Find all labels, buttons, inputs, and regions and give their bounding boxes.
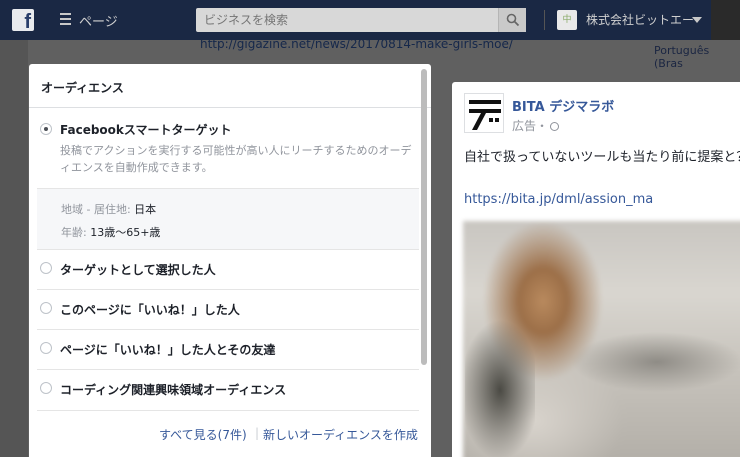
ad-image-detail xyxy=(572,332,740,392)
row-divider xyxy=(37,289,419,290)
see-all-link[interactable]: すべて見る(7件) xyxy=(159,426,247,443)
advertiser-logo[interactable] xyxy=(464,93,504,133)
ad-preview-card: BITA デジマラボ 広告・ 自社で扱っていないツールも当たり前に提案と？ ht… xyxy=(452,82,740,457)
sponsored-label: 広告・ xyxy=(512,117,560,134)
detail-age-key: 年齢: xyxy=(61,226,87,239)
radio-page-likers[interactable] xyxy=(40,302,52,314)
radio-coding-interest-audience[interactable] xyxy=(40,382,52,394)
chevron-down-icon[interactable] xyxy=(692,17,702,23)
row-divider xyxy=(37,249,419,250)
facebook-logo-icon[interactable]: f xyxy=(12,9,34,31)
menu-icon[interactable] xyxy=(60,13,71,25)
detail-age-value: 13歳〜65+歳 xyxy=(90,226,161,239)
option-selected-targets-label[interactable]: ターゲットとして選択した人 xyxy=(60,261,216,278)
option-likers-and-friends-label[interactable]: ページに「いいね！」した人とその友達 xyxy=(60,341,275,358)
panel-scrollbar[interactable] xyxy=(421,69,427,365)
search-box xyxy=(196,8,526,32)
search-button[interactable] xyxy=(498,8,526,32)
audience-details-box: 地域 - 居住地: 日本 年齢: 13歳〜65+歳 xyxy=(37,188,419,250)
detail-location: 地域 - 居住地: 日本 xyxy=(61,201,156,217)
topbar-right-area xyxy=(711,0,740,40)
option-smart-targeting-description: 投稿でアクションを実行する可能性が高い人にリーチするためのオーディエンスを自動作… xyxy=(60,144,412,174)
create-audience-link[interactable]: 新しいオーディエンスを作成 xyxy=(263,426,418,443)
sponsored-text: 広告・ xyxy=(512,119,549,133)
page-name-label[interactable]: 株式会社ビットエー xyxy=(586,11,694,28)
option-coding-interest-audience-label[interactable]: コーディング関連興味領域オーディエンス xyxy=(60,381,286,398)
detail-location-key: 地域 - 居住地: xyxy=(61,203,131,216)
row-divider xyxy=(37,410,419,411)
globe-icon xyxy=(550,122,560,131)
radio-smart-targeting[interactable] xyxy=(40,123,52,135)
ad-body-text: 自社で扱っていないツールも当たり前に提案と？ xyxy=(464,150,740,165)
footer-separator: | xyxy=(255,426,260,440)
option-page-likers-label[interactable]: このページに「いいね！」した人 xyxy=(60,301,240,318)
topbar-separator xyxy=(544,10,545,30)
row-divider xyxy=(37,369,419,370)
detail-age: 年齢: 13歳〜65+歳 xyxy=(61,224,160,240)
panel-title: オーディエンス xyxy=(41,81,124,95)
radio-likers-and-friends[interactable] xyxy=(40,342,52,354)
detail-location-value: 日本 xyxy=(134,203,157,216)
advertiser-name[interactable]: BITA デジマラボ xyxy=(512,96,614,115)
search-icon xyxy=(506,13,520,27)
panel-divider xyxy=(29,107,431,108)
pages-menu-label[interactable]: ページ xyxy=(79,11,118,30)
radio-selected-targets[interactable] xyxy=(40,262,52,274)
option-smart-targeting-label[interactable]: Facebookスマートターゲット xyxy=(60,121,232,138)
page-avatar[interactable]: 中 xyxy=(557,10,577,30)
ad-image-shadow xyxy=(465,320,535,457)
bita-logo-icon xyxy=(469,100,501,130)
ad-link[interactable]: https://bita.jp/dml/assion_ma xyxy=(464,192,653,207)
search-input[interactable] xyxy=(196,8,496,32)
row-divider xyxy=(37,329,419,330)
audience-panel: オーディエンス Facebookスマートターゲット 投稿でアクションを実行する可… xyxy=(29,64,431,457)
